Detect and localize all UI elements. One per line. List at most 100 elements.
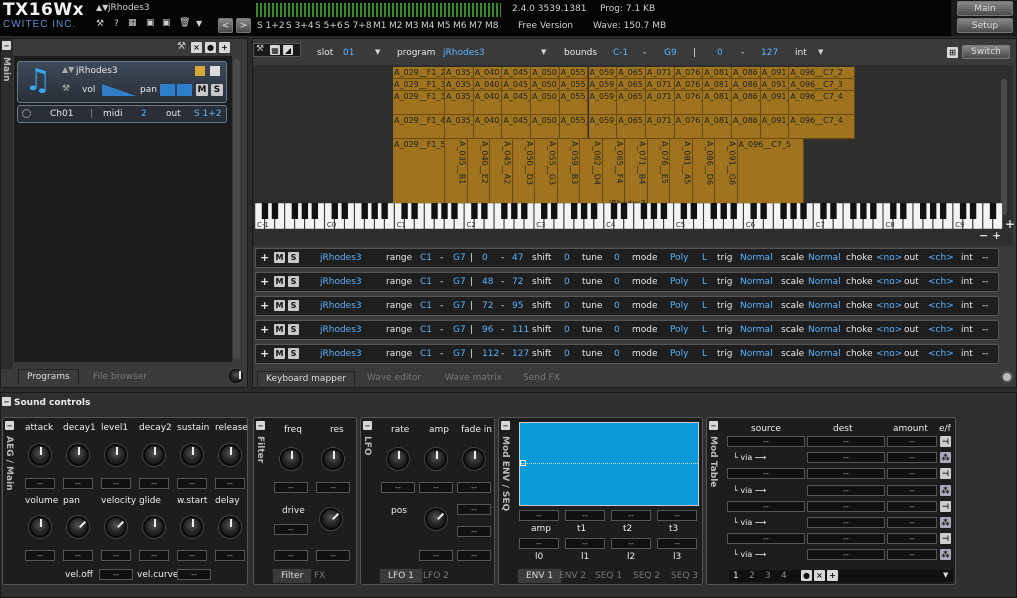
zone-1-13[interactable]: A_096__C7_3 (789, 79, 856, 91)
pan-value[interactable]: L (702, 349, 707, 359)
trig-value[interactable]: Normal (740, 277, 773, 287)
level1-knob[interactable] (105, 444, 127, 466)
zone-2-0[interactable]: A_029__F1_3 (393, 91, 445, 115)
choke-value[interactable]: <no> (876, 325, 902, 335)
env-field-bottom-2[interactable]: -- (611, 538, 651, 549)
zone-4-4[interactable]: A_050__D3 (512, 139, 535, 205)
zone-2-12[interactable]: A_091_ (760, 91, 790, 115)
decay1-knob[interactable] (67, 444, 89, 466)
lfo-field-c[interactable]: -- (457, 550, 491, 561)
black-key[interactable] (511, 203, 518, 219)
save-as-icon[interactable]: ▣ (162, 18, 171, 28)
amp-knob[interactable] (425, 448, 447, 470)
program-selector-arrow[interactable]: ▲▼ (96, 3, 108, 12)
mod-page-2[interactable]: 2 (749, 571, 755, 581)
mod-amount-4[interactable]: -- (887, 500, 937, 512)
master-knob[interactable] (229, 369, 243, 383)
mod-filter-icon[interactable]: ⁂ (940, 484, 951, 496)
int-value[interactable]: -- (982, 277, 989, 287)
out-value[interactable]: <ch> (928, 301, 954, 311)
shift-value[interactable]: 0 (564, 349, 570, 359)
zone-1-9[interactable]: A_076_ (674, 79, 704, 91)
mode-value[interactable]: Poly (670, 253, 688, 263)
tab-seq2[interactable]: SEQ 2 (633, 571, 660, 581)
zone-3-3[interactable]: A_045_ (502, 115, 532, 139)
zone-1-1[interactable]: A_035_ (445, 79, 474, 91)
shift-value[interactable]: 0 (564, 301, 570, 311)
switch-button[interactable]: Switch (962, 45, 1010, 59)
zone-2-6[interactable]: A_059_ (588, 91, 618, 115)
velocity-high[interactable]: 127 (761, 48, 778, 58)
black-key[interactable] (860, 203, 867, 219)
drive-field[interactable]: -- (274, 524, 308, 535)
edit-icon[interactable]: ◢ (283, 45, 293, 55)
scale-value[interactable]: Normal (808, 253, 841, 263)
mod-envelope-icon[interactable]: ⊣ (940, 533, 951, 545)
range-low[interactable]: C1 (420, 349, 432, 359)
zone-0-0[interactable]: A_029__F1_2 (393, 67, 445, 79)
midi-value[interactable]: 2 (141, 109, 147, 119)
black-key[interactable] (471, 203, 478, 219)
pan-slider[interactable] (160, 84, 192, 96)
zone-4-2[interactable]: A_040__E2 (467, 139, 490, 205)
mode-value[interactable]: Poly (670, 325, 688, 335)
expand-icon[interactable]: + (260, 347, 269, 360)
env-field-top-3[interactable]: -- (657, 510, 697, 521)
res-field[interactable]: -- (316, 482, 350, 493)
add-program-button[interactable]: + (219, 42, 230, 53)
zone-1-10[interactable]: A_081_ (703, 79, 732, 91)
out-value[interactable]: <ch> (928, 253, 954, 263)
zone-4-5[interactable]: A_055__G3 (535, 139, 558, 205)
glide-field[interactable]: -- (139, 550, 169, 561)
vel-low[interactable]: 96 (482, 325, 493, 335)
black-key[interactable] (590, 203, 598, 219)
black-key[interactable] (750, 203, 757, 219)
black-key[interactable] (939, 203, 947, 219)
zone-1-7[interactable]: A_065_ (617, 79, 646, 91)
zone-4-6[interactable]: A_059__B3 (557, 139, 580, 205)
decay1-field[interactable]: -- (63, 478, 93, 489)
range-low[interactable]: C1 (420, 277, 432, 287)
black-key[interactable] (361, 203, 368, 219)
zone-0-13[interactable]: A_096__C7_2 (789, 67, 856, 79)
mute-button[interactable]: M (196, 84, 208, 96)
black-key[interactable] (850, 203, 857, 219)
black-key[interactable] (640, 203, 648, 219)
black-key[interactable] (760, 203, 767, 219)
zone-1-12[interactable]: A_091_ (760, 79, 790, 91)
tab-filter[interactable]: Filter (272, 568, 313, 583)
vel-curve-field[interactable]: -- (177, 569, 211, 580)
collapse-button[interactable]: − (2, 41, 11, 50)
w-start-knob[interactable] (181, 516, 203, 538)
zone-2-2[interactable]: A_040_ (473, 91, 503, 115)
mod-filter-icon[interactable]: ⁂ (940, 517, 951, 528)
level1-field[interactable]: -- (101, 478, 131, 489)
mod-dest-1[interactable]: -- (807, 452, 885, 464)
shift-value[interactable]: 0 (564, 325, 570, 335)
slot-value[interactable]: 01 (343, 48, 354, 58)
zone-0-12[interactable]: A_091_ (760, 67, 790, 79)
zone-2-8[interactable]: A_071_ (645, 91, 675, 115)
rate-knob[interactable] (387, 448, 409, 470)
zone-1-2[interactable]: A_040_ (473, 79, 503, 91)
wrench-icon[interactable]: ⚒ (96, 19, 104, 29)
zone-0-1[interactable]: A_035_ (445, 67, 474, 79)
output-label-3[interactable]: S 7+8 (344, 21, 372, 31)
wrench-icon[interactable]: ⚒ (256, 44, 264, 54)
rate-field[interactable]: -- (381, 482, 415, 493)
trig-value[interactable]: Normal (740, 349, 773, 359)
env-field-bottom-3[interactable]: -- (657, 538, 697, 549)
black-key[interactable] (371, 203, 378, 219)
collapse-sound-button[interactable]: − (2, 397, 11, 406)
env-field-top-0[interactable]: -- (519, 510, 559, 521)
range-low[interactable]: C1 (420, 301, 432, 311)
int-value[interactable]: -- (982, 301, 989, 311)
black-key[interactable] (301, 203, 309, 219)
mod-dest-4[interactable]: -- (807, 500, 885, 512)
scale-value[interactable]: Normal (808, 301, 841, 311)
mod-envelope-icon[interactable]: ⊣ (940, 436, 951, 447)
vel-low[interactable]: 72 (482, 301, 493, 311)
range-high[interactable]: G7 (453, 325, 466, 335)
black-key[interactable] (610, 203, 618, 219)
black-key[interactable] (541, 203, 548, 219)
